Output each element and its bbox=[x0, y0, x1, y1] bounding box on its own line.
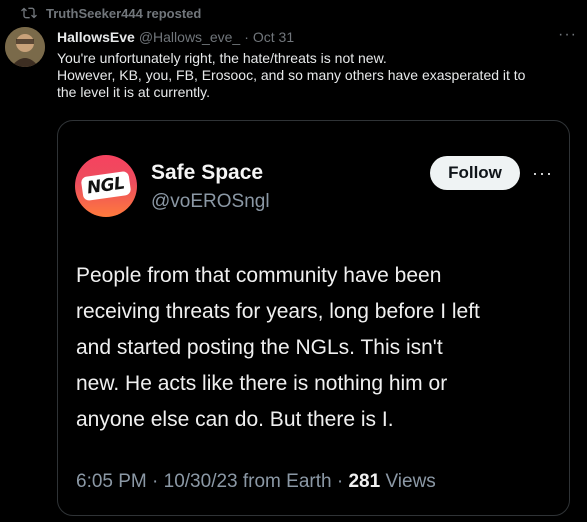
embedded-line: and started posting the NGLs. This isn't bbox=[76, 336, 443, 359]
repost-icon bbox=[21, 7, 37, 19]
tweet-line: However, KB, you, FB, Erosooc, and so ma… bbox=[57, 67, 526, 83]
author-avatar[interactable] bbox=[5, 27, 45, 67]
embedded-author-handle: @voEROSngl bbox=[151, 191, 270, 212]
more-options-icon[interactable]: ··· bbox=[558, 26, 577, 44]
embedded-tweet-text: People from that community have been rec… bbox=[76, 258, 566, 438]
tweet-header: HallowsEve @Hallows_eve_ · Oct 31 bbox=[57, 27, 577, 47]
ngl-logo-text: NGL bbox=[80, 170, 132, 202]
tweet-text: You're unfortunately right, the hate/thr… bbox=[57, 50, 577, 101]
repost-indicator: TruthSeeker444 reposted bbox=[21, 3, 201, 23]
author-handle[interactable]: @Hallows_eve_ bbox=[139, 29, 240, 45]
separator-dot: · bbox=[244, 29, 249, 45]
embedded-line: receiving threats for years, long before… bbox=[76, 300, 480, 323]
tweet-date[interactable]: Oct 31 bbox=[253, 29, 294, 45]
embedded-line: new. He acts like there is nothing him o… bbox=[76, 372, 448, 395]
tweet-line: You're unfortunately right, the hate/thr… bbox=[57, 50, 387, 66]
embedded-screenshot[interactable]: NGL Safe Space @voEROSngl Follow ··· Peo… bbox=[57, 120, 570, 516]
embedded-timestamp: 6:05 PM · 10/30/23 from Earth · bbox=[76, 471, 349, 492]
ngl-avatar: NGL bbox=[75, 155, 137, 217]
tweet-line: the level it is at currently. bbox=[57, 84, 211, 100]
repost-label[interactable]: TruthSeeker444 reposted bbox=[46, 6, 201, 21]
embedded-line: People from that community have been bbox=[76, 264, 442, 287]
embedded-author-name: Safe Space bbox=[151, 161, 264, 184]
embedded-meta: 6:05 PM · 10/30/23 from Earth · 281 View… bbox=[76, 471, 436, 493]
author-name[interactable]: HallowsEve bbox=[57, 29, 135, 45]
embedded-views-label: Views bbox=[380, 471, 436, 492]
embedded-line: anyone else can do. But there is I. bbox=[76, 408, 394, 431]
embedded-views-count: 281 bbox=[348, 471, 381, 492]
embedded-more-icon: ··· bbox=[532, 163, 553, 183]
follow-button: Follow bbox=[430, 156, 520, 190]
